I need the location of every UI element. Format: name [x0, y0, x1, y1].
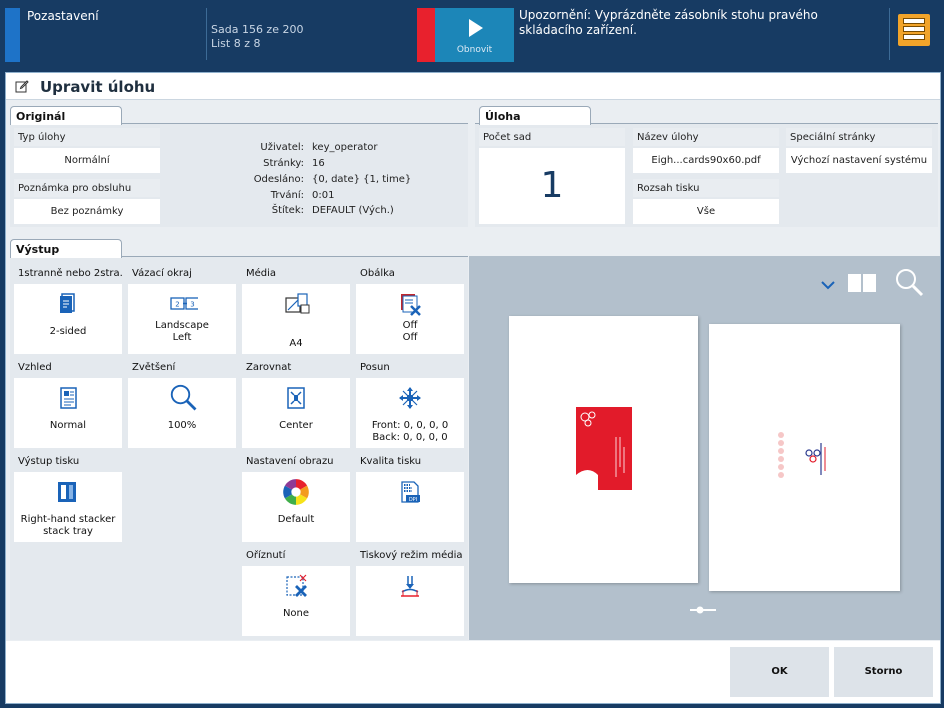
media-tile[interactable]: A4 — [242, 284, 350, 354]
print-preview — [469, 256, 940, 640]
zoom-tile[interactable]: 100% — [128, 378, 236, 448]
magnifier-icon[interactable] — [894, 267, 924, 297]
cancel-button[interactable]: Storno — [834, 647, 933, 697]
image-settings-tile[interactable]: Default — [242, 472, 350, 542]
print-range-label: Rozsah tisku — [633, 179, 779, 197]
play-icon — [469, 19, 483, 37]
special-pages-field[interactable]: Výchozí nastavení systému — [786, 148, 932, 173]
tab-job[interactable]: Úloha — [479, 106, 591, 125]
job-name-field[interactable]: Eigh...cards90x60.pdf — [633, 148, 779, 173]
media-mode-label: Tiskový režim média — [356, 546, 464, 566]
media-label: Média — [242, 264, 350, 284]
cover-tile[interactable]: Off Off — [356, 284, 464, 354]
output-tray-label: Výstup tisku — [14, 452, 122, 472]
zoom-label: Zvětšení — [128, 358, 236, 378]
book-view-icon[interactable] — [847, 273, 877, 293]
dialog-footer: OK Storno — [6, 641, 940, 703]
shift-icon — [399, 387, 421, 409]
align-center-icon — [287, 387, 305, 409]
status-accent — [5, 8, 20, 62]
job-type-field[interactable]: Normální — [14, 148, 160, 173]
align-label: Zarovnat — [242, 358, 350, 378]
printer-state: Pozastavení — [27, 9, 99, 23]
tab-output[interactable]: Výstup — [10, 239, 122, 258]
image-settings-label: Nastavení obrazu — [242, 452, 350, 472]
business-card-back — [773, 413, 831, 499]
copies-label: Počet sad — [479, 128, 625, 146]
svg-text:2: 2 — [175, 301, 179, 309]
print-quality-icon: DPI — [401, 481, 420, 503]
tab-original[interactable]: Originál — [10, 106, 122, 125]
job-progress: Sada 156 ze 200 List 8 z 8 — [211, 23, 304, 50]
ok-button[interactable]: OK — [730, 647, 829, 697]
warning-message: Upozornění: Vyprázdněte zásobník stohu p… — [519, 8, 818, 37]
layout-tile[interactable]: Normal — [14, 378, 122, 448]
alert-indicator — [417, 8, 435, 62]
media-mode-tile[interactable] — [356, 566, 464, 636]
special-pages-label: Speciální stránky — [786, 128, 932, 146]
edit-icon — [15, 80, 29, 93]
trim-label: Oříznutí — [242, 546, 350, 566]
cover-label: Obálka — [356, 264, 464, 284]
job-panel: Úloha Počet sad 1 Název úlohy Eigh...car… — [475, 106, 938, 227]
color-wheel-icon — [283, 479, 309, 505]
output-tray-tile[interactable]: Right-hand stacker stack tray — [14, 472, 122, 542]
layout-label: Vzhled — [14, 358, 122, 378]
status-bar: Pozastavení Sada 156 ze 200 List 8 z 8 O… — [0, 0, 944, 68]
print-range-field[interactable]: Vše — [633, 199, 779, 224]
dialog-title: Upravit úlohu — [40, 78, 156, 96]
layout-icon — [60, 387, 77, 409]
align-tile[interactable]: Center — [242, 378, 350, 448]
sided-tile[interactable]: 2-sided — [14, 284, 122, 354]
job-name-label: Název úlohy — [633, 128, 779, 146]
binding-edge-tile[interactable]: 2 3 Landscape Left — [128, 284, 236, 354]
stacker-icon — [58, 482, 76, 502]
chevron-down-icon[interactable] — [821, 280, 835, 290]
binding-edge-label: Vázací okraj — [128, 264, 236, 284]
sided-label: 1stranně nebo 2stra... — [14, 264, 122, 284]
svg-text:3: 3 — [190, 301, 194, 309]
dialog-header: Upravit úlohu — [6, 73, 940, 100]
job-type-label: Typ úlohy — [14, 128, 160, 146]
shift-label: Posun — [356, 358, 464, 378]
magnifier-icon — [170, 384, 197, 411]
resume-button[interactable]: Obnovit — [435, 8, 514, 62]
print-quality-label: Kvalita tisku — [356, 452, 464, 472]
business-card-front — [576, 407, 632, 490]
operator-note-label: Poznámka pro obsluhu — [14, 179, 160, 197]
duplex-icon — [60, 293, 75, 313]
operator-note-field[interactable]: Bez poznámky — [14, 199, 160, 224]
stacker-status-button[interactable] — [898, 14, 930, 46]
shift-tile[interactable]: Front: 0, 0, 0, 0 Back: 0, 0, 0, 0 — [356, 378, 464, 448]
media-mode-icon — [401, 576, 419, 597]
trim-icon — [286, 574, 307, 597]
print-quality-tile[interactable]: DPI — [356, 472, 464, 542]
svg-text:DPI: DPI — [409, 497, 417, 503]
binding-edge-icon: 2 3 — [170, 297, 198, 310]
edit-job-dialog: Upravit úlohu Originál Typ úlohy Normáln… — [5, 72, 941, 704]
card-logo-icon — [576, 411, 625, 490]
preview-page-front[interactable] — [509, 316, 698, 583]
cover-icon — [401, 294, 421, 316]
preview-page-back[interactable] — [709, 324, 900, 591]
original-panel: Originál Typ úlohy Normální Poznámka pro… — [10, 106, 468, 227]
card-back-logo-icon — [778, 432, 826, 478]
copies-field[interactable]: 1 — [479, 148, 625, 224]
media-icon — [285, 293, 310, 314]
trim-tile[interactable]: None — [242, 566, 350, 636]
page-slider-handle[interactable] — [688, 605, 720, 615]
